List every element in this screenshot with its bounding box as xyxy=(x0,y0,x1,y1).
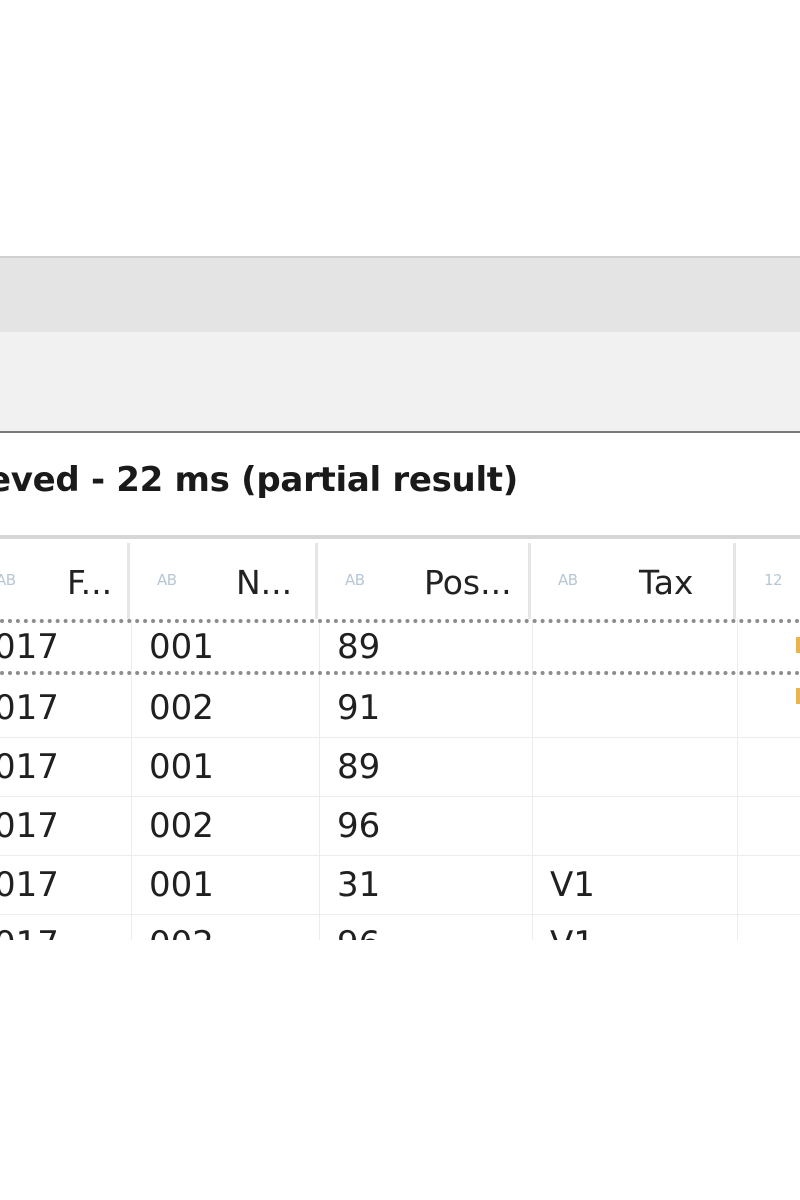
table-cell: 89 xyxy=(337,627,381,667)
table-cell: 002 xyxy=(149,924,214,940)
table-cell: V1 xyxy=(550,865,595,905)
status-text: eved - 22 ms (partial result) xyxy=(0,460,519,500)
table-cell: 002 xyxy=(149,688,214,728)
text-type-icon: AB xyxy=(0,571,16,589)
column-header-numeric[interactable]: 12 xyxy=(738,543,800,619)
number-type-icon: 12 xyxy=(764,571,783,589)
table-cell: V1 xyxy=(550,924,595,940)
table-cell: 96 xyxy=(337,806,381,846)
table-cell: 017 xyxy=(0,865,59,905)
column-header-label: F... xyxy=(67,563,113,602)
column-header-n[interactable]: AB N... xyxy=(132,543,318,619)
table-row[interactable]: 017 002 96 xyxy=(0,796,800,855)
table-cell: 001 xyxy=(149,865,214,905)
table-cell: 002 xyxy=(149,806,214,846)
table-row[interactable]: 017 001 89 xyxy=(0,737,800,796)
edge-indicator xyxy=(796,637,800,653)
table-cell: 001 xyxy=(149,747,214,787)
result-panel: eved - 22 ms (partial result) AB F... AB… xyxy=(0,0,800,1200)
column-header-label: Pos... xyxy=(424,563,512,602)
column-header-f[interactable]: AB F... xyxy=(0,543,130,619)
table-cell: 31 xyxy=(337,865,381,905)
result-grid[interactable]: AB F... AB N... AB Pos... AB Tax 12 017 xyxy=(0,543,800,940)
table-cell: 017 xyxy=(0,627,59,667)
table-row[interactable]: 017 002 91 xyxy=(0,678,800,737)
column-header-tax[interactable]: AB Tax xyxy=(533,543,736,619)
table-row[interactable]: 017 001 89 xyxy=(0,619,800,673)
column-header-pos[interactable]: AB Pos... xyxy=(320,543,531,619)
table-cell: 91 xyxy=(337,688,381,728)
table-row[interactable]: 017 002 96 V1 xyxy=(0,914,800,940)
table-cell: 017 xyxy=(0,747,59,787)
column-header-label: N... xyxy=(236,563,293,602)
table-cell: 017 xyxy=(0,806,59,846)
table-cell: 001 xyxy=(149,627,214,667)
table-row[interactable]: 017 001 31 V1 xyxy=(0,855,800,914)
table-cell: 96 xyxy=(337,924,380,940)
edge-indicator xyxy=(796,688,800,704)
table-cell: 89 xyxy=(337,747,381,787)
text-type-icon: AB xyxy=(345,571,365,589)
text-type-icon: AB xyxy=(157,571,177,589)
text-type-icon: AB xyxy=(558,571,578,589)
toolbar-bottom xyxy=(0,332,800,433)
table-cell: 017 xyxy=(0,924,59,940)
table-cell: 017 xyxy=(0,688,59,728)
toolbar-top xyxy=(0,256,800,332)
column-header-label: Tax xyxy=(639,563,694,602)
